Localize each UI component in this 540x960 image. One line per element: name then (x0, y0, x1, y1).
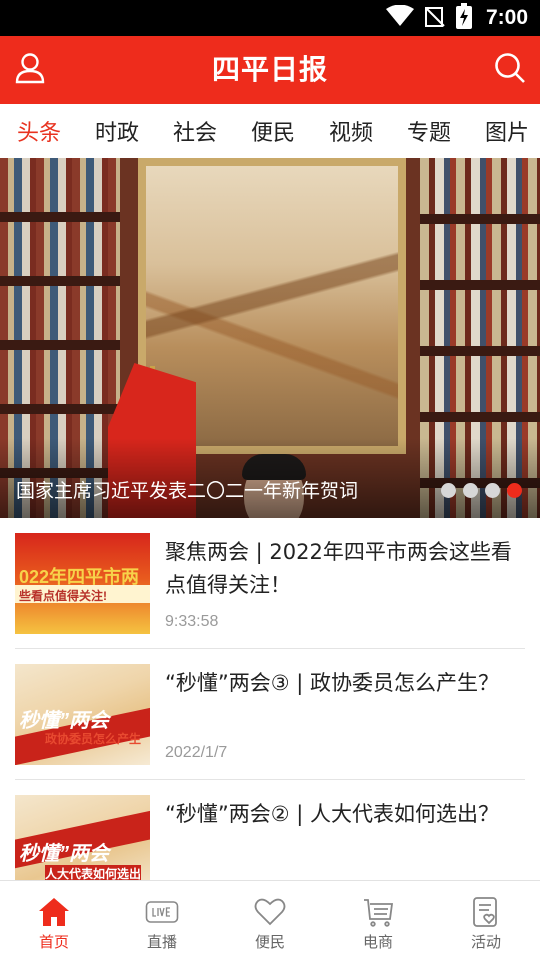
nav-label: 首页 (38, 933, 69, 951)
tab-pictures[interactable]: 图片 (468, 115, 540, 147)
thumbnail-text: 秒懂”两会 (19, 843, 109, 865)
nav-ecommerce[interactable]: 电商 (324, 881, 432, 960)
thumbnail-subtext: 些看点值得关注! (19, 589, 107, 603)
carousel-indicator (441, 483, 522, 498)
banner-caption: 国家主席习近平发表二〇二一年新年贺词 (16, 480, 359, 502)
news-title: “秒懂”两会③ | 政协委员怎么产生？ (165, 671, 500, 695)
category-tabs: 头条 时政 社会 便民 视频 专题 图片 (0, 104, 540, 158)
nav-label: 直播 (146, 933, 177, 951)
thumbnail-text: 秒懂”两会 (19, 710, 109, 732)
news-thumbnail: 022年四平市两 些看点值得关注! (15, 533, 150, 634)
live-icon (145, 895, 179, 929)
thumbnail-subtext: 政协委员怎么产生 (45, 732, 142, 746)
status-time: 7:00 (485, 6, 528, 29)
tab-services[interactable]: 便民 (234, 115, 312, 147)
tab-headlines[interactable]: 头条 (0, 115, 78, 147)
tab-society[interactable]: 社会 (156, 115, 234, 147)
nav-home[interactable]: 首页 (0, 881, 108, 960)
cart-icon (361, 895, 395, 929)
app-header: 四平日报 (0, 36, 540, 104)
nav-activities[interactable]: 活动 (432, 881, 540, 960)
news-title: 聚焦两会 | 2022年四平市两会这些看点值得关注！ (165, 540, 512, 597)
news-item[interactable]: 秒懂”两会 政协委员怎么产生 “秒懂”两会③ | 政协委员怎么产生？ 2022/… (15, 649, 525, 780)
news-time: 2022/1/7 (165, 744, 228, 761)
nav-live[interactable]: 直播 (108, 881, 216, 960)
tab-video[interactable]: 视频 (312, 115, 390, 147)
banner-carousel[interactable]: 国家主席习近平发表二〇二一年新年贺词 (0, 158, 540, 518)
tab-politics[interactable]: 时政 (78, 115, 156, 147)
carousel-dot[interactable] (485, 483, 500, 498)
bottom-nav: 首页 直播 便民 电商 活动 (0, 880, 540, 960)
activity-icon (469, 895, 503, 929)
news-time: 9:33:58 (165, 613, 219, 630)
search-icon (494, 52, 526, 88)
tab-topics[interactable]: 专题 (390, 115, 468, 147)
carousel-dot-active[interactable] (507, 483, 522, 498)
news-item[interactable]: 022年四平市两 些看点值得关注! 聚焦两会 | 2022年四平市两会这些看点值… (15, 518, 525, 649)
news-thumbnail: 秒懂”两会 人大代表如何选出 (15, 795, 150, 880)
news-list: 022年四平市两 些看点值得关注! 聚焦两会 | 2022年四平市两会这些看点值… (0, 518, 540, 880)
wifi-icon (385, 4, 414, 31)
news-item[interactable]: 秒懂”两会 人大代表如何选出 “秒懂”两会② | 人大代表如何选出？ (15, 780, 525, 880)
app-title: 四平日报 (211, 53, 328, 86)
home-icon (37, 895, 71, 929)
nav-services[interactable]: 便民 (216, 881, 324, 960)
status-icons: 7:00 (385, 0, 528, 36)
no-signal-icon (424, 5, 446, 31)
carousel-dot[interactable] (441, 483, 456, 498)
nav-label: 活动 (470, 933, 501, 951)
nav-label: 便民 (254, 933, 285, 951)
battery-charging-icon (455, 3, 472, 33)
news-thumbnail: 秒懂”两会 政协委员怎么产生 (15, 664, 150, 765)
carousel-dot[interactable] (463, 483, 478, 498)
heart-icon (253, 895, 287, 929)
thumbnail-subtext: 人大代表如何选出 (45, 865, 142, 880)
nav-label: 电商 (362, 933, 393, 951)
status-bar: 7:00 (0, 0, 540, 36)
search-button[interactable] (490, 50, 530, 90)
news-title: “秒懂”两会② | 人大代表如何选出？ (165, 802, 500, 826)
